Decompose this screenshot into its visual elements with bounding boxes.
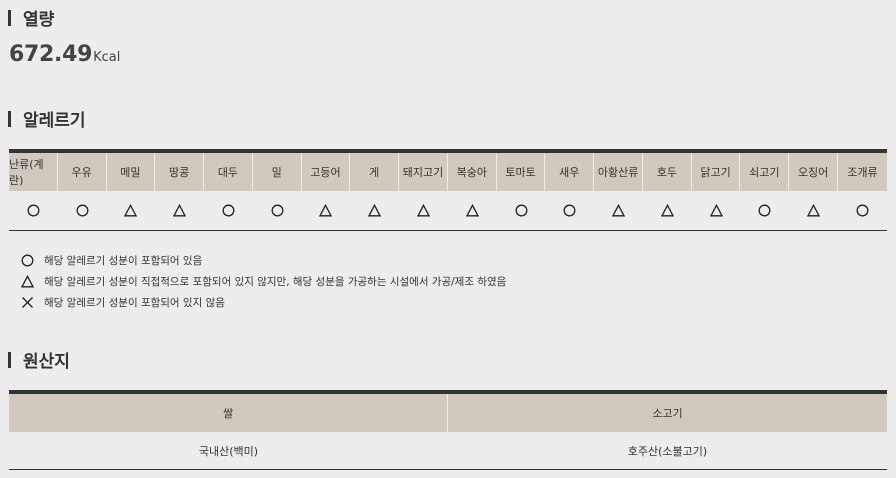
allergy-header-cell: 토마토	[496, 153, 546, 191]
allergy-mark-cell	[448, 191, 497, 230]
allergy-header-cell: 복숭아	[447, 153, 497, 191]
triangle-icon	[709, 204, 723, 217]
origin-header-cell: 소고기	[448, 394, 887, 432]
allergy-mark-cell	[253, 191, 302, 230]
allergy-section-title: 알레르기	[8, 106, 86, 131]
allergy-header-cell: 땅콩	[155, 153, 205, 191]
allergy-mark-cell	[838, 191, 887, 230]
circle-icon	[271, 204, 284, 217]
allergy-mark-cell	[740, 191, 789, 230]
calorie-title: 열량	[23, 10, 55, 30]
circle-icon	[758, 204, 771, 217]
allergy-mark-cell	[350, 191, 399, 230]
allergy-header-cell: 아황산류	[594, 153, 643, 191]
allergy-header-cell: 오징어	[789, 153, 839, 191]
legend-text: 해당 알레르기 성분이 직접적으로 포함되어 있지 않지만, 해당 성분을 가공…	[44, 276, 507, 288]
triangle-icon	[807, 204, 821, 217]
allergy-header-cell: 난류(계란)	[9, 153, 58, 191]
triangle-icon	[124, 204, 138, 217]
allergy-mark-cell	[155, 191, 204, 230]
calorie-value-display: 672.49 Kcal	[9, 42, 120, 67]
legend-text: 해당 알레르기 성분이 포함되어 있지 않음	[44, 297, 225, 309]
allergy-title: 알레르기	[23, 111, 86, 131]
legend-text: 해당 알레르기 성분이 포함되어 있음	[44, 255, 203, 267]
title-bar-decoration	[8, 9, 11, 26]
allergy-mark-cell	[545, 191, 594, 230]
circle-icon	[27, 204, 40, 217]
allergy-mark-cell	[692, 191, 741, 230]
triangle-icon	[173, 204, 187, 217]
allergy-mark-cell	[497, 191, 546, 230]
allergy-header-cell: 새우	[545, 153, 595, 191]
allergy-header-cell: 돼지고기	[399, 153, 448, 191]
allergy-header-cell: 호두	[642, 153, 692, 191]
triangle-icon	[20, 275, 34, 289]
title-bar-decoration	[8, 110, 11, 127]
allergy-mark-cell	[643, 191, 692, 230]
allergy-mark-cell	[302, 191, 351, 230]
calorie-section-title: 열량	[8, 5, 54, 30]
allergy-header-cell: 대두	[204, 153, 253, 191]
circle-icon	[20, 254, 34, 268]
origin-header-cell: 쌀	[9, 394, 448, 432]
allergy-header-cell: 밀	[252, 153, 302, 191]
origin-section-title: 원산지	[8, 347, 70, 372]
origin-value-cell: 호주산(소불고기)	[627, 444, 708, 458]
calorie-unit: Kcal	[93, 50, 121, 65]
allergy-header-cell: 닭고기	[691, 153, 741, 191]
legend-item: 해당 알레르기 성분이 포함되어 있음	[20, 250, 506, 271]
allergy-mark-cell	[9, 191, 58, 230]
origin-value-cell: 국내산(백미)	[198, 444, 259, 458]
origin-value-row: 국내산(백미) 호주산(소불고기)	[9, 432, 887, 469]
allergy-mark-cell	[107, 191, 156, 230]
allergy-header-cell: 조개류	[838, 153, 887, 191]
allergy-mark-cell	[399, 191, 448, 230]
allergy-mark-cell	[204, 191, 253, 230]
triangle-icon	[417, 204, 430, 217]
calorie-value: 672.49	[9, 42, 93, 67]
cross-icon	[20, 296, 34, 310]
triangle-icon	[660, 204, 674, 217]
triangle-icon	[465, 204, 479, 217]
allergy-legend: 해당 알레르기 성분이 포함되어 있음해당 알레르기 성분이 직접적으로 포함되…	[20, 250, 506, 313]
allergy-header-row: 난류(계란) 우유 메밀 땅콩 대두 밀 고등어 게 돼지고기 복숭아 토마토 새우 아황산류 호두 닭고기…	[9, 153, 887, 191]
legend-item: 해당 알레르기 성분이 직접적으로 포함되어 있지 않지만, 해당 성분을 가공…	[20, 271, 506, 292]
allergy-mark-cell	[58, 191, 107, 230]
triangle-icon	[368, 204, 382, 217]
origin-table: 쌀 소고기 국내산(백미) 호주산(소불고기)	[9, 390, 887, 470]
origin-title: 원산지	[23, 352, 70, 372]
triangle-icon	[319, 204, 333, 217]
allergy-header-cell: 게	[350, 153, 400, 191]
triangle-icon	[612, 204, 626, 217]
title-bar-decoration	[8, 351, 11, 368]
circle-icon	[563, 204, 576, 217]
allergy-header-cell: 고등어	[301, 153, 351, 191]
allergy-header-cell: 메밀	[106, 153, 156, 191]
legend-item: 해당 알레르기 성분이 포함되어 있지 않음	[20, 292, 506, 313]
allergy-mark-cell	[594, 191, 643, 230]
allergy-header-cell: 우유	[57, 153, 107, 191]
circle-icon	[76, 204, 89, 217]
allergy-mark-cell	[789, 191, 838, 230]
circle-icon	[222, 204, 235, 217]
origin-header-row: 쌀 소고기	[9, 394, 887, 432]
circle-icon	[856, 204, 869, 217]
circle-icon	[515, 204, 527, 217]
allergy-table: 난류(계란) 우유 메밀 땅콩 대두 밀 고등어 게 돼지고기 복숭아 토마토 새우 아황산류 호두 닭고기…	[9, 149, 887, 231]
allergy-mark-row	[9, 191, 887, 230]
allergy-header-cell: 쇠고기	[740, 153, 790, 191]
